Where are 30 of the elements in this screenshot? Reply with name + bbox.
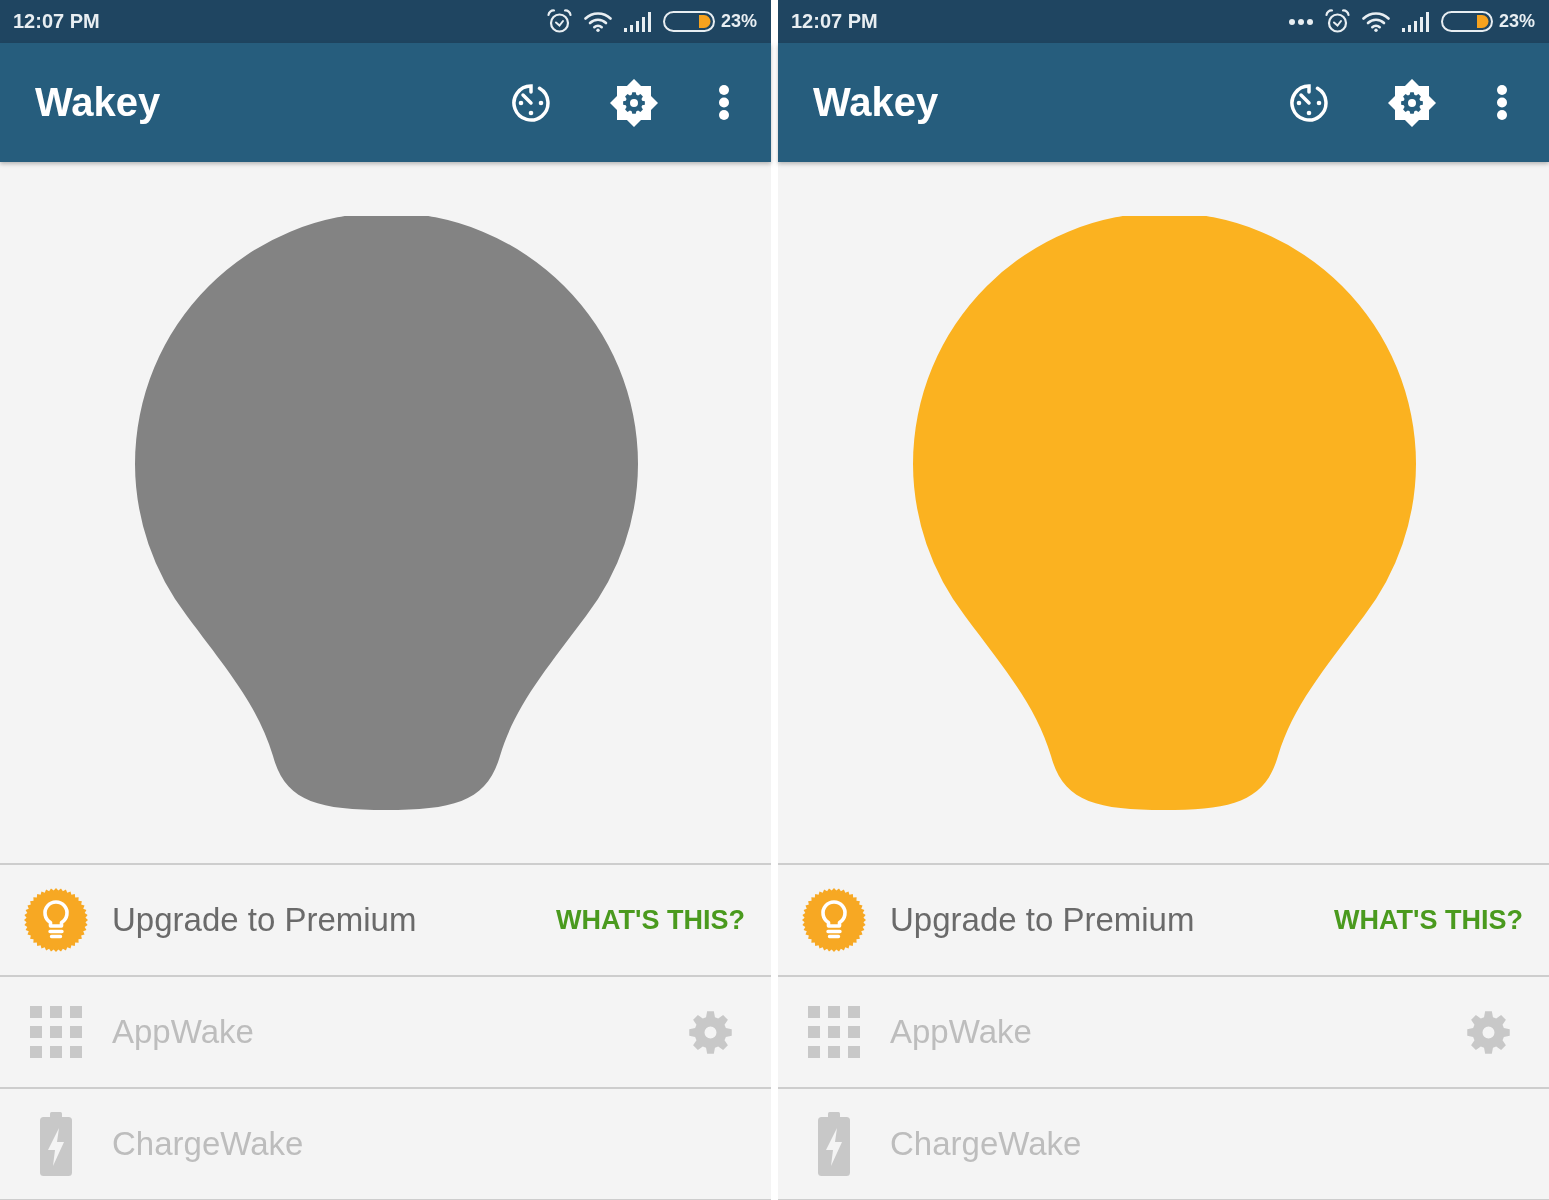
wifi-icon [1361,11,1390,32]
upgrade-label[interactable]: Upgrade to Premium [890,901,1335,939]
alarm-icon [546,9,572,34]
signal-icon [623,11,651,32]
battery-icon [1440,11,1493,32]
lightbulb-toggle[interactable] [134,215,639,810]
app-title: Wakey [813,80,939,125]
more-options-icon[interactable] [719,85,729,120]
timer-icon[interactable] [1289,82,1329,123]
timer-icon[interactable] [511,82,551,123]
whats-this-link[interactable]: WHAT'S THIS? [556,904,745,936]
battery-percentage: 23% [1498,11,1535,32]
app-title: Wakey [35,80,161,125]
alarm-icon [1324,9,1350,34]
lightbulb-badge-icon [802,888,866,952]
lightbulb-badge-icon [24,888,88,952]
battery-percentage: 23% [720,11,757,32]
lightbulb-toggle[interactable] [912,215,1417,810]
wifi-icon [583,11,612,32]
battery-icon [662,11,715,32]
status-time: 12:07 PM [13,10,100,33]
whats-this-link[interactable]: WHAT'S THIS? [1334,904,1523,936]
app-grid-icon [30,1006,82,1058]
more-options-icon[interactable] [1497,85,1507,120]
signal-icon [1401,11,1429,32]
charging-battery-icon [40,1112,72,1176]
upgrade-label[interactable]: Upgrade to Premium [112,901,557,939]
app-grid-icon [808,1006,860,1058]
charging-battery-icon [818,1112,850,1176]
status-time: 12:07 PM [791,10,878,33]
